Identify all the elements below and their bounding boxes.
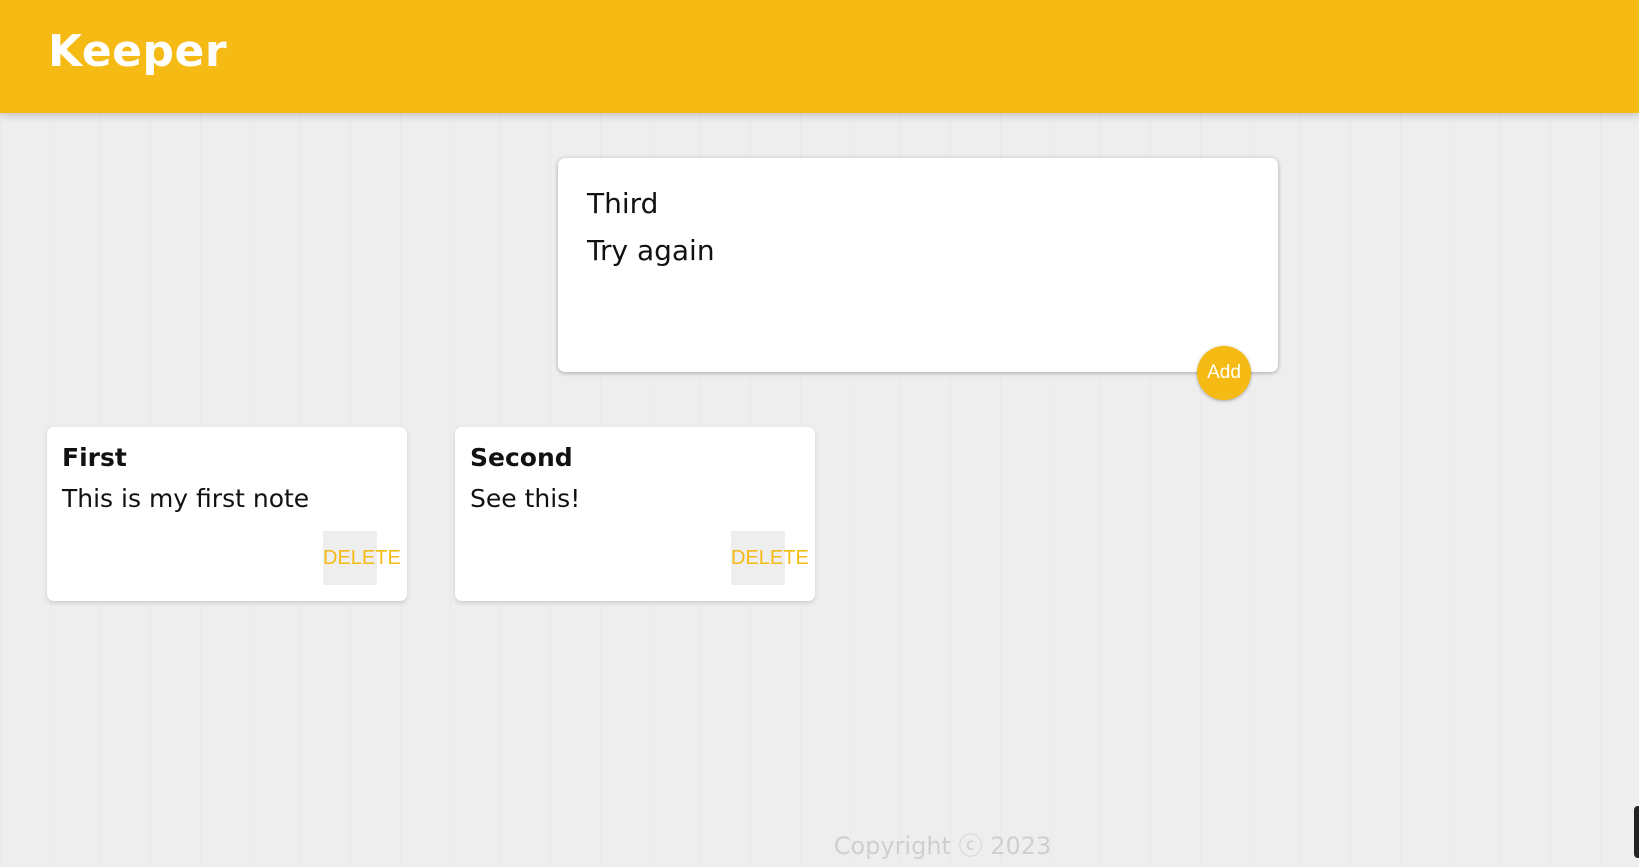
scroll-edge [1634, 806, 1639, 858]
add-note-button[interactable]: Add [1197, 346, 1251, 400]
note-title: First [62, 443, 127, 472]
delete-button-label: DELETE [323, 547, 401, 569]
delete-note-button[interactable]: DELETE [731, 531, 809, 585]
note-title-input[interactable]: Third [587, 187, 658, 220]
note-card: Second See this! DELETE [455, 427, 815, 601]
footer: Copyright ⓒ 2023 [0, 826, 1639, 861]
note-content: See this! [470, 484, 581, 513]
note-title: Second [470, 443, 573, 472]
note-content-textarea[interactable]: Try again [587, 234, 715, 267]
delete-button-label: DELETE [731, 547, 809, 569]
app-header: Keeper [0, 0, 1639, 113]
note-content: This is my first note [62, 484, 310, 513]
delete-note-button[interactable]: DELETE [323, 531, 401, 585]
create-note-form: Third Try again [558, 158, 1278, 372]
app-title: Keeper [48, 26, 228, 77]
copyright-text: Copyright ⓒ 2023 [833, 832, 1052, 860]
note-card: First This is my first note DELETE [47, 427, 407, 601]
